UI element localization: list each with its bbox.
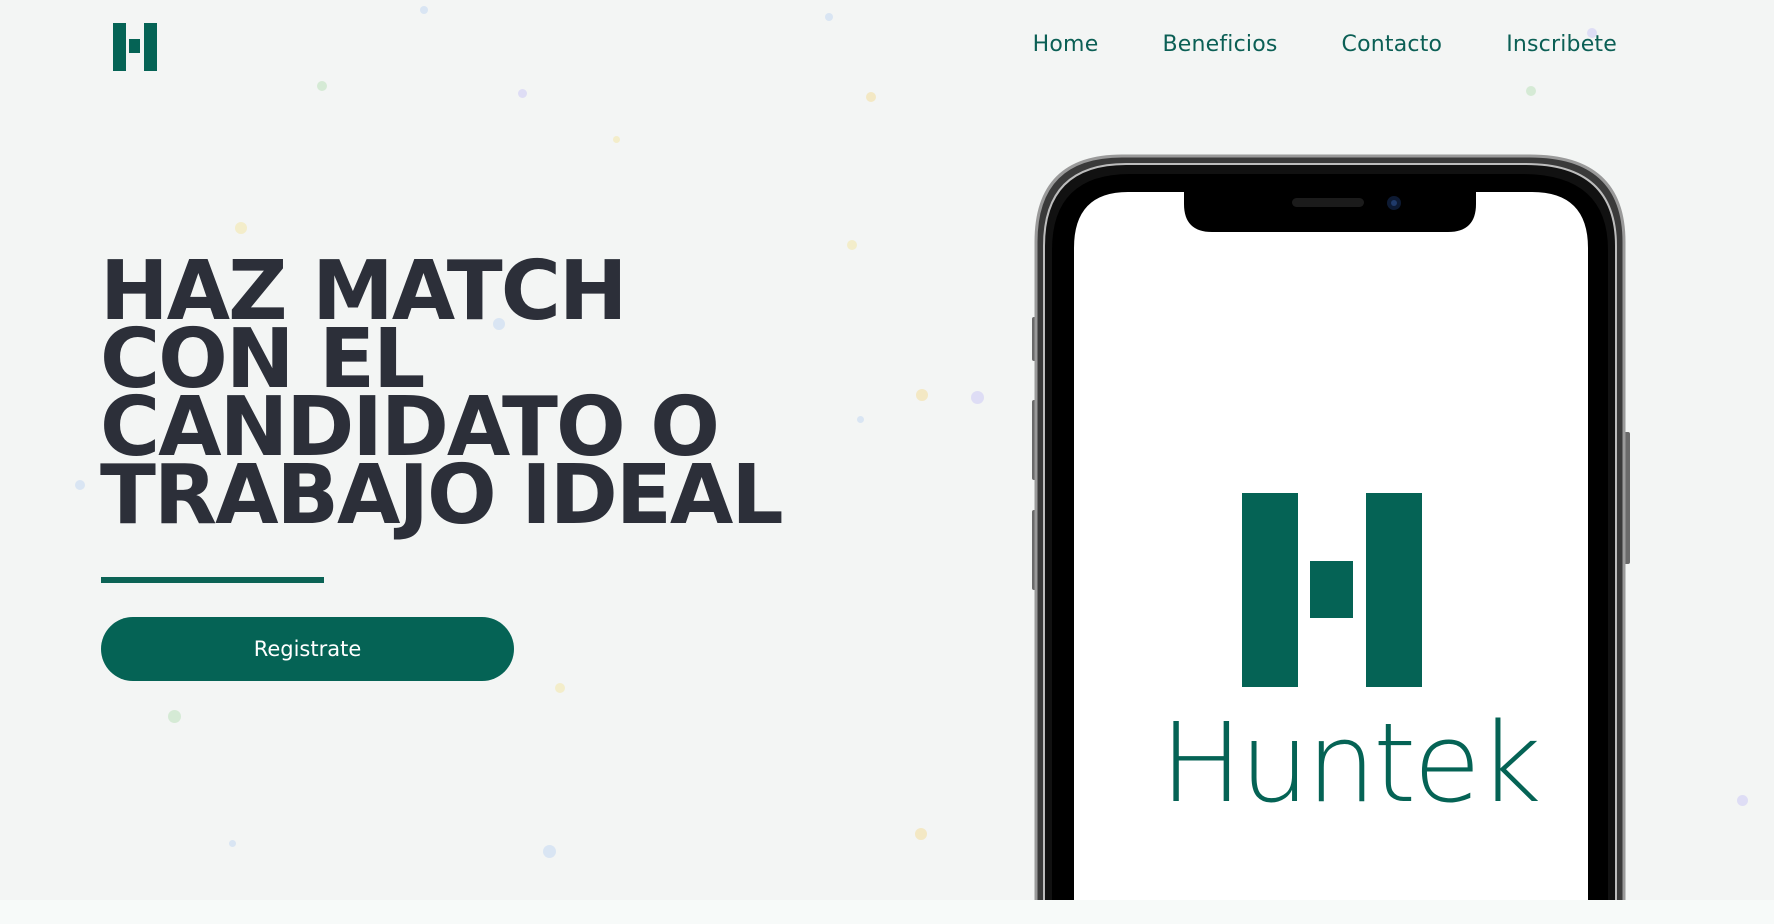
main-nav: Home Beneficios Contacto Inscribete: [1033, 32, 1617, 57]
huntek-h-logo-icon: [1242, 493, 1422, 687]
hero-headline: HAZ MATCH CON EL CANDIDATO O TRABAJO IDE…: [100, 251, 820, 543]
landing-page: Home Beneficios Contacto Inscribete HAZ …: [0, 0, 1774, 924]
nav-inscribete[interactable]: Inscribete: [1506, 32, 1617, 57]
nav-home[interactable]: Home: [1033, 32, 1099, 57]
section-divider: [0, 900, 1774, 924]
headline-line: TRABAJO IDEAL: [100, 448, 784, 543]
huntek-h-logo-icon[interactable]: [113, 23, 157, 71]
nav-contacto[interactable]: Contacto: [1342, 32, 1443, 57]
headline-underline: [101, 577, 324, 583]
phone-app-name: Huntek: [1160, 699, 1542, 827]
nav-beneficios[interactable]: Beneficios: [1162, 32, 1277, 57]
phone-screen-logo: [1242, 493, 1422, 687]
register-button[interactable]: Registrate: [101, 617, 514, 681]
